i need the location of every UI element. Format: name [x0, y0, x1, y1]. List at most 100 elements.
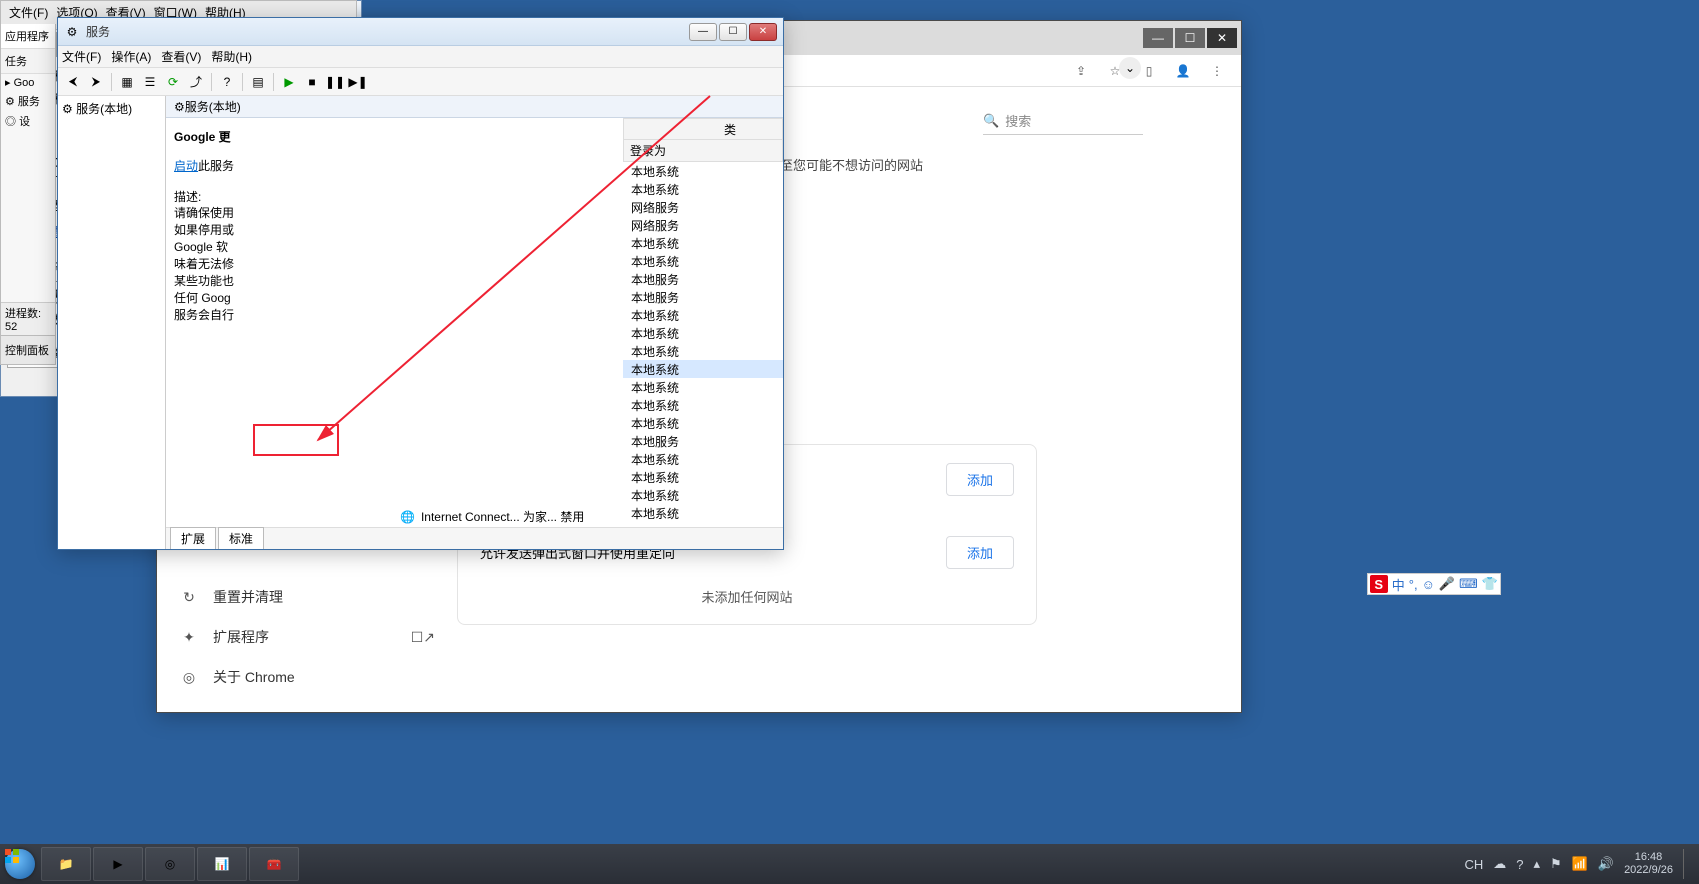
ime-smile-icon[interactable]: ☺ — [1422, 577, 1435, 592]
back-icon[interactable]: ⮜ — [62, 71, 84, 93]
chrome-settings-search[interactable]: 🔍 搜索 — [983, 107, 1143, 135]
ime-sep: °, — [1409, 577, 1418, 592]
svc-max-button[interactable]: ☐ — [719, 23, 747, 41]
control-panel-fragment[interactable]: 控制面板 — [0, 336, 56, 365]
chrome-logo-icon: ◎ — [179, 669, 199, 686]
chrome-notify-circle[interactable]: ⌄ — [1119, 57, 1141, 79]
gear-icon: ⚙ — [64, 24, 80, 40]
svc-account-row[interactable]: 本地系统 — [623, 360, 783, 378]
start-button[interactable] — [0, 844, 40, 884]
svc-account-row[interactable]: 本地系统 — [623, 324, 783, 342]
svc-menu-action[interactable]: 操作(A) — [111, 48, 151, 65]
ime-shirt-icon[interactable]: 👕 — [1482, 576, 1498, 592]
svc-account-row[interactable]: 本地系统 — [623, 504, 783, 522]
tray-cloud-icon[interactable]: ☁ — [1493, 856, 1506, 872]
svc-min-button[interactable]: — — [689, 23, 717, 41]
ime-lang[interactable]: 中 — [1392, 575, 1405, 594]
services-bottom-tabs: 扩展 标准 — [166, 527, 783, 549]
svc-account-row[interactable]: 本地服务 — [623, 432, 783, 450]
svc-account-row[interactable]: 本地系统 — [623, 180, 783, 198]
share-icon[interactable]: ⇪ — [1071, 61, 1091, 81]
ime-keyboard-icon[interactable]: ⌨ — [1459, 576, 1478, 592]
svc-account-row[interactable]: 本地系统 — [623, 486, 783, 504]
pause-icon[interactable]: ❚❚ — [324, 71, 346, 93]
svc-account-row[interactable]: 本地系统 — [623, 342, 783, 360]
sidebar-item-reset[interactable]: ↻ 重置并清理 — [167, 577, 447, 617]
svc-account-row[interactable]: 本地系统 — [623, 450, 783, 468]
taskbar-chrome[interactable]: ◎ — [145, 847, 195, 881]
profile-icon[interactable]: 👤 — [1173, 61, 1193, 81]
reader-icon[interactable]: ▯ — [1139, 61, 1159, 81]
ime-bar[interactable]: S 中 °, ☺ 🎤 ⌨ 👕 — [1367, 573, 1501, 595]
sidebar-item-about[interactable]: ◎ 关于 Chrome — [167, 657, 447, 697]
services-tree-pane[interactable]: ⚙ 服务(本地) — [58, 96, 166, 549]
svc-account-row[interactable]: 本地系统 — [623, 234, 783, 252]
svc-tab-extended[interactable]: 扩展 — [170, 527, 216, 549]
svc-tab-standard[interactable]: 标准 — [218, 527, 264, 549]
gear-small-icon: ⚙ — [62, 102, 73, 116]
tray-chevron-icon[interactable]: ▴ — [1534, 856, 1541, 872]
svc-close-button[interactable]: ✕ — [749, 23, 777, 41]
ime-mic-icon[interactable]: 🎤 — [1439, 576, 1455, 592]
sidebar-label-reset: 重置并清理 — [213, 587, 283, 607]
services-account-column: 类 登录为 本地系统本地系统网络服务网络服务本地系统本地系统本地服务本地服务本地… — [623, 118, 783, 527]
svc-account-row[interactable]: 网络服务 — [623, 216, 783, 234]
taskmgr-tab-apps[interactable]: 应用程序 — [1, 24, 55, 49]
chrome-close-button[interactable]: ✕ — [1207, 28, 1237, 48]
kebab-icon[interactable]: ⋮ — [1207, 61, 1227, 81]
props-icon[interactable]: ▤ — [247, 71, 269, 93]
svc-menu-help[interactable]: 帮助(H) — [211, 48, 252, 65]
svc-account-row[interactable]: 本地系统 — [623, 468, 783, 486]
stop-icon[interactable]: ■ — [301, 71, 323, 93]
tray-volume-icon[interactable]: 🔊 — [1598, 856, 1614, 872]
chrome-min-button[interactable]: — — [1143, 28, 1173, 48]
taskmgr-tree-3[interactable]: ◎ 设 — [1, 111, 55, 131]
svc-tree-label: 服务(本地) — [76, 102, 132, 116]
svc-account-row[interactable]: 网络服务 — [623, 198, 783, 216]
tray-flag-icon[interactable]: ⚑ — [1550, 856, 1562, 872]
tray-clock[interactable]: 16:48 2022/9/26 — [1624, 851, 1673, 877]
services-main-pane: ⚙ 服务(本地) Google 更 启动此服务 描述: 请确保使用如果停用或Go… — [166, 96, 783, 549]
list-icon[interactable]: ☰ — [139, 71, 161, 93]
svc-account-row[interactable]: 本地系统 — [623, 396, 783, 414]
taskbar-explorer[interactable]: 📁 — [41, 847, 91, 881]
help-icon[interactable]: ? — [216, 71, 238, 93]
export-icon[interactable]: ⤴ — [185, 71, 207, 93]
chrome-max-button[interactable]: ☐ — [1175, 28, 1205, 48]
svc-account-row[interactable]: 本地系统 — [623, 252, 783, 270]
sidebar-item-extensions[interactable]: ✦ 扩展程序 ☐↗ — [167, 617, 447, 657]
svc-account-list[interactable]: 本地系统本地系统网络服务网络服务本地系统本地系统本地服务本地服务本地系统本地系统… — [623, 162, 783, 522]
add-button-1[interactable]: 添加 — [946, 463, 1014, 496]
refresh-icon[interactable]: ⟳ — [162, 71, 184, 93]
svc-start-link[interactable]: 启动 — [174, 159, 198, 173]
grid-icon[interactable]: ▦ — [116, 71, 138, 93]
taskmgr-menu-file[interactable]: 文件(F) — [9, 4, 48, 21]
restart-icon[interactable]: ▶❚ — [347, 71, 369, 93]
services-titlebar[interactable]: ⚙ 服务 — ☐ ✕ — [58, 18, 783, 46]
sogou-icon[interactable]: S — [1370, 575, 1388, 593]
add-button-2[interactable]: 添加 — [946, 536, 1014, 569]
svc-account-row[interactable]: 本地系统 — [623, 378, 783, 396]
tray-lang[interactable]: CH — [1464, 857, 1483, 872]
taskbar-toolbox[interactable]: 🧰 — [249, 847, 299, 881]
svc-account-row[interactable]: 本地系统 — [623, 414, 783, 432]
svc-account-row[interactable]: 本地系统 — [623, 306, 783, 324]
svc-account-header[interactable]: 类 — [623, 118, 783, 140]
svc-account-row[interactable]: 本地服务 — [623, 270, 783, 288]
tray-network-icon[interactable]: 📶 — [1572, 856, 1588, 872]
show-desktop-button[interactable] — [1683, 849, 1691, 879]
taskmgr-tree-1[interactable]: ▸ Goo — [1, 74, 55, 91]
svc-login-header[interactable]: 登录为 — [623, 140, 783, 162]
tray-help-icon[interactable]: ? — [1516, 857, 1523, 872]
svc-ic-row[interactable]: 🌐 Internet Connect... 为家... 禁用 — [398, 508, 623, 525]
taskbar-taskmgr[interactable]: 📊 — [197, 847, 247, 881]
svc-account-row[interactable]: 本地系统 — [623, 162, 783, 180]
taskmgr-body-fragment: 应用程序 任务 ▸ Goo ⚙ 服务 ◎ 设 进程数: 52 — [0, 24, 56, 336]
svc-account-row[interactable]: 本地服务 — [623, 288, 783, 306]
forward-icon[interactable]: ⮞ — [85, 71, 107, 93]
taskbar-mediaplayer[interactable]: ▶ — [93, 847, 143, 881]
play-icon[interactable]: ▶ — [278, 71, 300, 93]
taskmgr-tree-2[interactable]: ⚙ 服务 — [1, 91, 55, 111]
svc-menu-view[interactable]: 查看(V) — [161, 48, 201, 65]
svc-menu-file[interactable]: 文件(F) — [62, 48, 101, 65]
